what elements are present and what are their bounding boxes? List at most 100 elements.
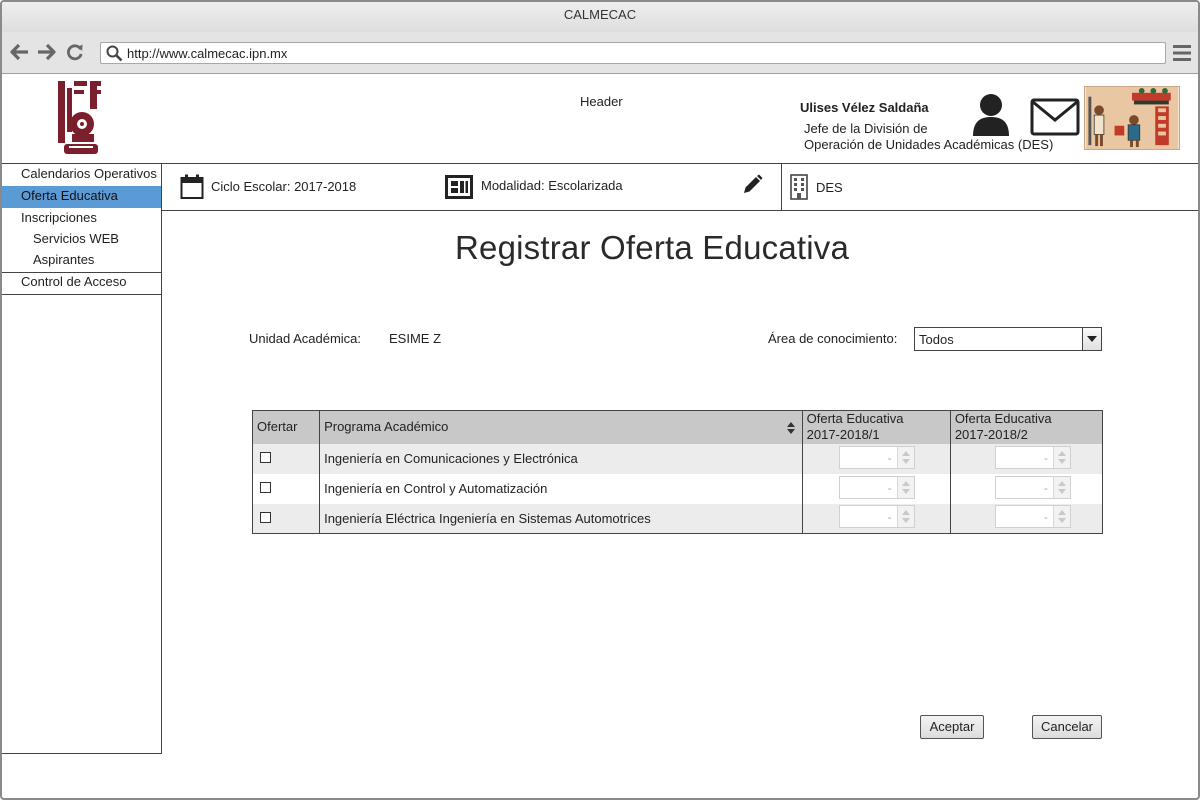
stepper-value: - bbox=[1043, 450, 1048, 465]
page-title: Registrar Oferta Educativa bbox=[455, 229, 850, 266]
stepper-arrows-icon[interactable] bbox=[1052, 476, 1070, 498]
sidebar-item-servicios-web[interactable]: Servicios WEB bbox=[2, 229, 161, 251]
sidebar-item-label: Oferta Educativa bbox=[21, 188, 118, 203]
stepper-arrows-icon[interactable] bbox=[1052, 506, 1070, 528]
forward-button[interactable] bbox=[36, 42, 56, 62]
url-bar[interactable] bbox=[100, 42, 1166, 64]
window-title: CALMECAC bbox=[563, 7, 637, 22]
programa-cell: Ingeniería Eléctrica Ingeniería en Siste… bbox=[319, 503, 803, 534]
table-row: Ingeniería en Comunicaciones y Electróni… bbox=[252, 443, 1104, 474]
area-conocimiento-label: Área de conocimiento: bbox=[768, 331, 898, 346]
ofertar-cell bbox=[252, 473, 321, 504]
sort-icon[interactable] bbox=[786, 421, 796, 435]
oferta-2-cell: - bbox=[950, 443, 1104, 474]
stepper-value: - bbox=[887, 480, 892, 495]
user-role-department: Operación de Unidades Académicas (DES) bbox=[804, 137, 1054, 152]
oferta-1-cell: - bbox=[802, 503, 951, 534]
table-header-row: Ofertar Programa Académico Oferta Educat… bbox=[252, 410, 1104, 444]
codex-illustration bbox=[1084, 86, 1180, 150]
oferta-1-cell: - bbox=[802, 473, 951, 504]
ofertar-cell bbox=[252, 503, 321, 534]
sidebar-item-control-de-acceso[interactable]: Control de Acceso bbox=[2, 272, 161, 294]
ofertar-checkbox[interactable] bbox=[260, 452, 271, 463]
area-conocimiento-value: Todos bbox=[919, 332, 954, 347]
oferta-table: Ofertar Programa Académico Oferta Educat… bbox=[252, 410, 1104, 534]
column-header-period: 2017-2018/2 bbox=[954, 427, 1028, 443]
arrow-left-icon bbox=[10, 43, 28, 61]
oferta-1-stepper[interactable]: - bbox=[838, 505, 915, 529]
user-name: Ulises Vélez Saldaña bbox=[800, 100, 929, 115]
reload-button[interactable] bbox=[65, 42, 85, 62]
modalidad: Modalidad: Escolarizada bbox=[481, 178, 623, 193]
stepper-arrows-icon[interactable] bbox=[896, 476, 914, 498]
browser-window: CALMECAC http://www.calmecac.ipn.mx Head… bbox=[0, 0, 1200, 800]
stepper-value: - bbox=[887, 510, 892, 525]
dependencia-label: DES bbox=[816, 180, 843, 195]
oferta-2-stepper[interactable]: - bbox=[994, 445, 1071, 469]
sidebar-item-label: Servicios WEB bbox=[33, 231, 119, 246]
table-row: Ingeniería en Control y Automatización -… bbox=[252, 473, 1104, 504]
sidebar-item-inscripciones[interactable]: Inscripciones bbox=[2, 208, 161, 230]
column-header-label: Programa Académico bbox=[324, 419, 449, 435]
oferta-2-cell: - bbox=[950, 503, 1104, 534]
chevron-down-icon[interactable] bbox=[1082, 328, 1101, 350]
hamburger-menu-icon[interactable] bbox=[1172, 44, 1192, 62]
column-header-oferta-1: Oferta Educativa 2017-2018/1 bbox=[802, 410, 951, 444]
window-title-bar: CALMECAC bbox=[2, 2, 1198, 32]
oferta-1-stepper[interactable]: - bbox=[838, 445, 915, 469]
oferta-2-stepper[interactable]: - bbox=[994, 505, 1071, 529]
search-icon bbox=[106, 45, 123, 62]
column-header-ofertar: Ofertar bbox=[252, 410, 321, 444]
stepper-value: - bbox=[887, 450, 892, 465]
sidebar-item-label: Inscripciones bbox=[21, 210, 97, 225]
unidad-academica-value: ESIME Z bbox=[389, 331, 442, 346]
sidebar-divider bbox=[2, 294, 161, 295]
main-content: Registrar Oferta Educativa Unidad Académ… bbox=[162, 211, 1198, 798]
context-bar: Ciclo Escolar: 2017-2018 Modalidad: Esco… bbox=[162, 164, 1198, 211]
column-header-period: 2017-2018/1 bbox=[806, 427, 880, 443]
stepper-value: - bbox=[1043, 480, 1048, 495]
column-header-label: Oferta Educativa bbox=[954, 411, 1052, 427]
oferta-1-cell: - bbox=[802, 443, 951, 474]
url-input[interactable] bbox=[127, 44, 1157, 62]
pencil-icon[interactable] bbox=[741, 174, 763, 196]
user-icon[interactable] bbox=[970, 92, 1012, 138]
app-header: Header Ulises Vélez Saldaña Jefe de la D… bbox=[2, 74, 1198, 164]
column-header-programa[interactable]: Programa Académico bbox=[319, 410, 803, 444]
column-header-label: Ofertar bbox=[257, 419, 298, 435]
oferta-2-cell: - bbox=[950, 473, 1104, 504]
back-button[interactable] bbox=[10, 42, 30, 62]
area-conocimiento-select[interactable]: Todos bbox=[914, 327, 1102, 351]
dashboard-icon bbox=[445, 175, 473, 199]
sidebar-nav: Calendarios Operativos Oferta Educativa … bbox=[2, 164, 162, 754]
header-label: Header bbox=[580, 94, 623, 109]
stepper-value: - bbox=[1043, 510, 1048, 525]
sidebar-item-oferta-educativa[interactable]: Oferta Educativa bbox=[2, 186, 161, 208]
user-role: Jefe de la División de bbox=[804, 121, 928, 136]
arrow-right-icon bbox=[38, 43, 56, 61]
ofertar-checkbox[interactable] bbox=[260, 482, 271, 493]
reload-icon bbox=[67, 44, 83, 61]
column-header-oferta-2: Oferta Educativa 2017-2018/2 bbox=[950, 410, 1104, 444]
mail-icon[interactable] bbox=[1030, 98, 1080, 136]
calendar-icon bbox=[180, 174, 204, 199]
stepper-arrows-icon[interactable] bbox=[896, 506, 914, 528]
cancel-button[interactable]: Cancelar bbox=[1032, 715, 1102, 739]
stepper-arrows-icon[interactable] bbox=[1052, 446, 1070, 468]
programa-cell: Ingeniería en Control y Automatización bbox=[319, 473, 803, 504]
sidebar-item-label: Calendarios Operativos bbox=[21, 166, 157, 181]
sidebar-item-aspirantes[interactable]: Aspirantes bbox=[2, 250, 161, 272]
stepper-arrows-icon[interactable] bbox=[896, 446, 914, 468]
table-row: Ingeniería Eléctrica Ingeniería en Siste… bbox=[252, 503, 1104, 534]
building-icon bbox=[790, 174, 808, 200]
context-bar-divider bbox=[781, 164, 782, 210]
browser-toolbar bbox=[2, 32, 1198, 74]
sidebar-item-calendarios-operativos[interactable]: Calendarios Operativos bbox=[2, 164, 161, 186]
accept-button[interactable]: Aceptar bbox=[920, 715, 984, 739]
ofertar-checkbox[interactable] bbox=[260, 511, 271, 523]
oferta-2-stepper[interactable]: - bbox=[994, 475, 1071, 499]
sidebar-item-label: Aspirantes bbox=[33, 252, 95, 267]
ipn-logo bbox=[58, 81, 101, 154]
oferta-1-stepper[interactable]: - bbox=[838, 475, 915, 499]
unidad-academica-label: Unidad Académica: bbox=[249, 331, 362, 346]
